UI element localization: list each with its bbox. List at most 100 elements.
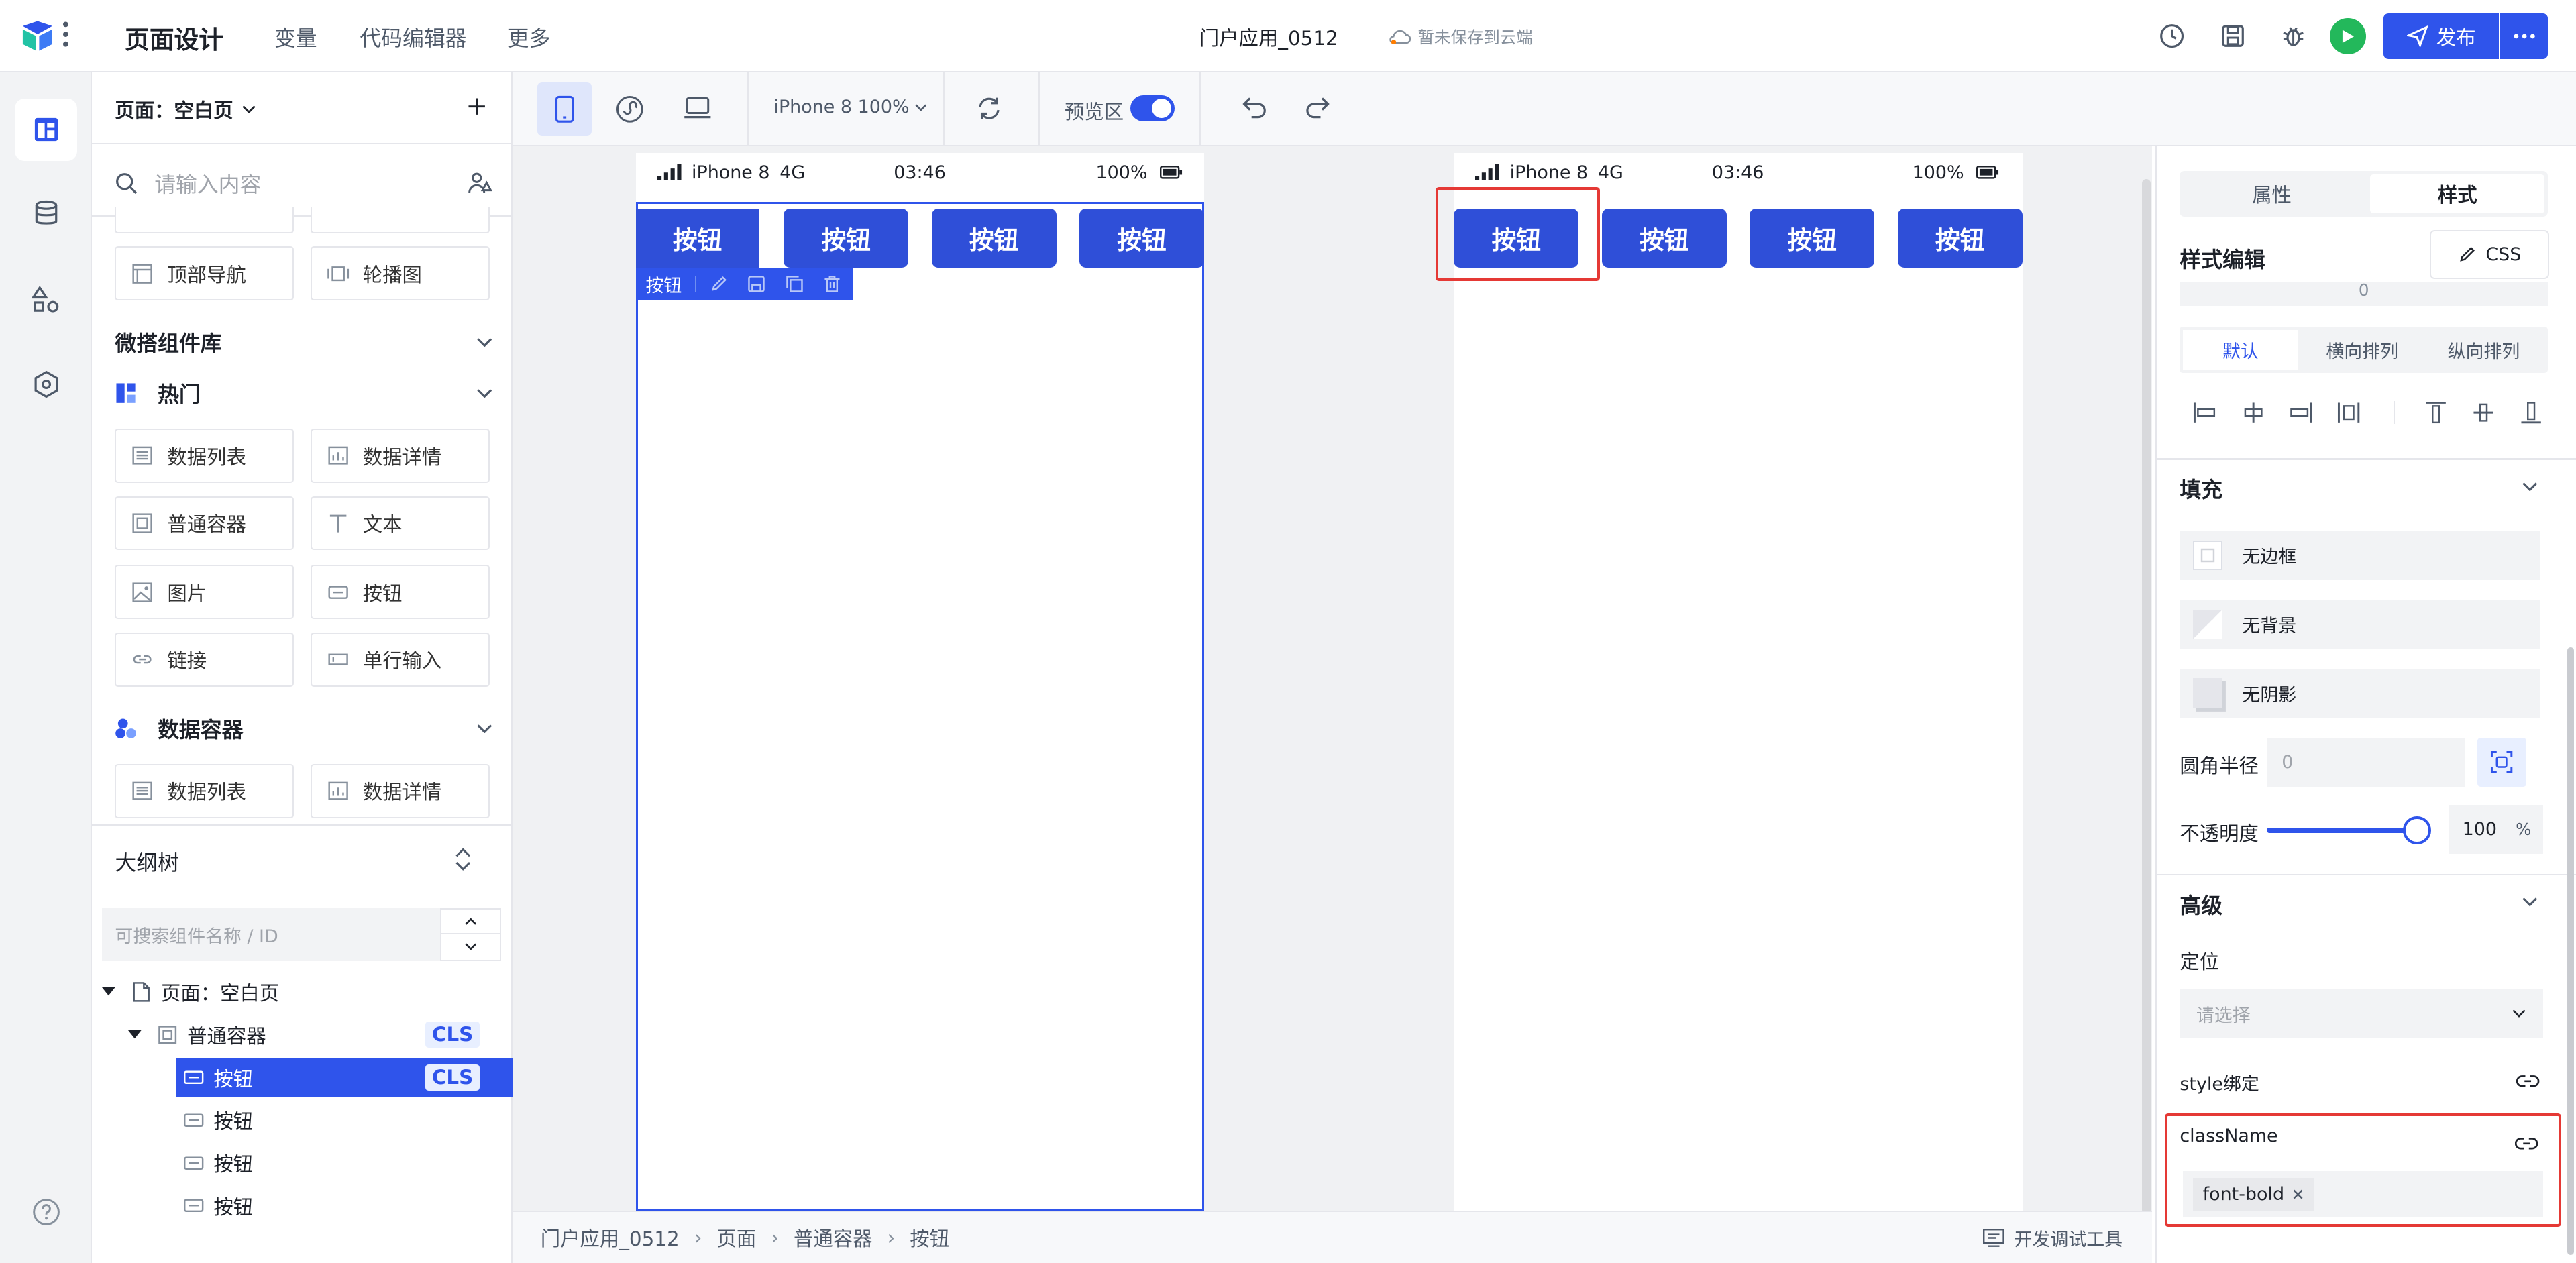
mobile-view-button[interactable] [537, 82, 592, 137]
library-section-header[interactable]: 微搭组件库 [115, 327, 492, 358]
canvas-button-1[interactable]: 按钮 [635, 209, 759, 268]
desktop-view-icon[interactable] [684, 97, 712, 119]
panel-scrollbar[interactable] [2567, 647, 2575, 1256]
refresh-icon[interactable] [976, 95, 1002, 121]
nav-components[interactable] [15, 98, 78, 161]
layout-tab-horizontal[interactable]: 横向排列 [2304, 330, 2419, 370]
component-button[interactable]: 按钮 [310, 565, 490, 620]
classname-input[interactable]: font-bold [2183, 1171, 2543, 1217]
prev-match-button[interactable] [441, 910, 500, 935]
shadow-setting[interactable]: 无阴影 [2180, 668, 2540, 718]
close-icon[interactable] [2292, 1189, 2304, 1200]
preview-button-3[interactable]: 按钮 [1750, 209, 1875, 268]
opacity-input[interactable]: 100 % [2449, 805, 2543, 855]
component-container[interactable]: 普通容器 [115, 496, 294, 551]
run-preview-button[interactable] [2329, 17, 2366, 54]
delete-icon[interactable] [823, 275, 841, 293]
dev-tools-button[interactable]: 开发调试工具 [1983, 1225, 2123, 1251]
publish-more-button[interactable] [2500, 13, 2548, 60]
app-menu-dots-icon[interactable] [62, 19, 72, 49]
tree-node-button-selected[interactable]: 按钮 CLS [176, 1058, 513, 1097]
breadcrumb-item[interactable]: 门户应用_0512 [541, 1223, 680, 1252]
opacity-slider-handle[interactable] [2403, 816, 2432, 844]
preview-button-4[interactable]: 按钮 [1897, 209, 2023, 268]
align-top-icon[interactable] [2424, 401, 2447, 424]
menu-code-editor[interactable]: 代码编辑器 [360, 21, 466, 52]
breadcrumb-item[interactable]: 普通容器 [794, 1223, 873, 1252]
chevron-down-icon[interactable] [2522, 482, 2538, 492]
component-top-nav[interactable]: 顶部导航 [115, 246, 294, 301]
breadcrumb-item[interactable]: 页面 [716, 1223, 756, 1252]
history-icon[interactable] [2159, 23, 2185, 49]
border-setting[interactable]: 无边框 [2180, 531, 2540, 580]
align-bottom-icon[interactable] [2520, 401, 2542, 424]
partial-value-field[interactable]: 0 [2180, 282, 2548, 306]
nav-assets[interactable] [15, 268, 77, 330]
debug-bug-icon[interactable] [2280, 23, 2306, 49]
link-binding-icon[interactable] [2516, 1075, 2540, 1088]
tree-node-button[interactable]: 按钮 [176, 1186, 504, 1225]
next-match-button[interactable] [441, 934, 500, 959]
component-data-detail[interactable]: 数据详情 [310, 429, 490, 483]
breadcrumb-item[interactable]: 按钮 [910, 1223, 949, 1252]
preview-button-2[interactable]: 按钮 [1601, 209, 1727, 268]
component-item-partial[interactable] [115, 207, 294, 233]
component-carousel[interactable]: 轮播图 [310, 246, 490, 301]
distribute-h-icon[interactable] [2337, 401, 2360, 424]
tree-node-button[interactable]: 按钮 [176, 1101, 504, 1140]
redo-icon[interactable] [1304, 97, 1330, 119]
component-search[interactable]: 请输入内容 [115, 168, 492, 199]
component-data-detail[interactable]: 数据详情 [310, 763, 490, 818]
nav-help[interactable] [15, 1181, 77, 1244]
css-button[interactable]: CSS [2429, 229, 2550, 280]
radius-mode-button[interactable] [2477, 737, 2527, 787]
component-link[interactable]: 链接 [115, 632, 294, 687]
align-left-icon[interactable] [2193, 401, 2216, 424]
tab-style[interactable]: 样式 [2370, 174, 2545, 214]
align-right-icon[interactable] [2290, 401, 2312, 424]
position-select[interactable]: 请选择 [2180, 989, 2543, 1038]
component-image[interactable]: 图片 [115, 565, 294, 620]
canvas-button-2[interactable]: 按钮 [784, 209, 909, 268]
menu-variables[interactable]: 变量 [274, 21, 317, 52]
nav-data-source[interactable] [15, 182, 77, 245]
preview-button-1[interactable]: 按钮 [1454, 209, 1579, 268]
save-icon[interactable] [2220, 23, 2246, 49]
component-data-list[interactable]: 数据列表 [115, 429, 294, 483]
data-container-section-header[interactable]: 数据容器 [115, 713, 492, 744]
radius-input[interactable]: 0 [2267, 737, 2466, 787]
save-template-icon[interactable] [747, 275, 765, 293]
tree-node-page[interactable]: 页面：空白页 [101, 973, 503, 1012]
component-item-partial[interactable] [310, 207, 490, 233]
undo-icon[interactable] [1242, 97, 1268, 119]
layout-tab-default[interactable]: 默认 [2183, 330, 2298, 370]
layout-tab-vertical[interactable]: 纵向排列 [2423, 330, 2544, 370]
app-logo[interactable] [19, 19, 56, 52]
hot-section-header[interactable]: 热门 [115, 378, 492, 408]
canvas-button-3[interactable]: 按钮 [931, 209, 1057, 268]
preview-toggle[interactable] [1130, 95, 1175, 122]
publish-button[interactable]: 发布 [2383, 13, 2499, 60]
edit-icon[interactable] [710, 275, 728, 293]
tree-node-container[interactable]: 普通容器 CLS [128, 1015, 513, 1054]
device-selector[interactable]: iPhone 8 100% [773, 97, 927, 117]
chevron-down-icon[interactable] [2522, 897, 2538, 907]
outline-search-input[interactable]: 可搜索组件名称 / ID [101, 908, 441, 961]
mini-program-view-icon[interactable] [616, 95, 644, 123]
align-middle-v-icon[interactable] [2472, 401, 2495, 424]
align-center-h-icon[interactable] [2242, 401, 2265, 424]
background-setting[interactable]: 无背景 [2180, 599, 2540, 649]
copy-icon[interactable] [786, 275, 804, 293]
link-binding-icon[interactable] [2514, 1137, 2538, 1150]
page-selector[interactable]: 页面：空白页 [115, 95, 256, 123]
canvas-button-4[interactable]: 按钮 [1079, 209, 1205, 268]
canvas-scrollbar[interactable] [2142, 178, 2151, 1214]
expand-collapse-icon[interactable] [455, 848, 471, 871]
opacity-slider-track[interactable] [2267, 828, 2418, 833]
component-data-list[interactable]: 数据列表 [115, 763, 294, 818]
menu-more[interactable]: 更多 [508, 21, 551, 52]
component-manage-icon[interactable] [467, 170, 493, 196]
tree-node-button[interactable]: 按钮 [176, 1143, 504, 1183]
nav-settings[interactable] [15, 353, 77, 416]
add-page-icon[interactable] [467, 97, 486, 116]
